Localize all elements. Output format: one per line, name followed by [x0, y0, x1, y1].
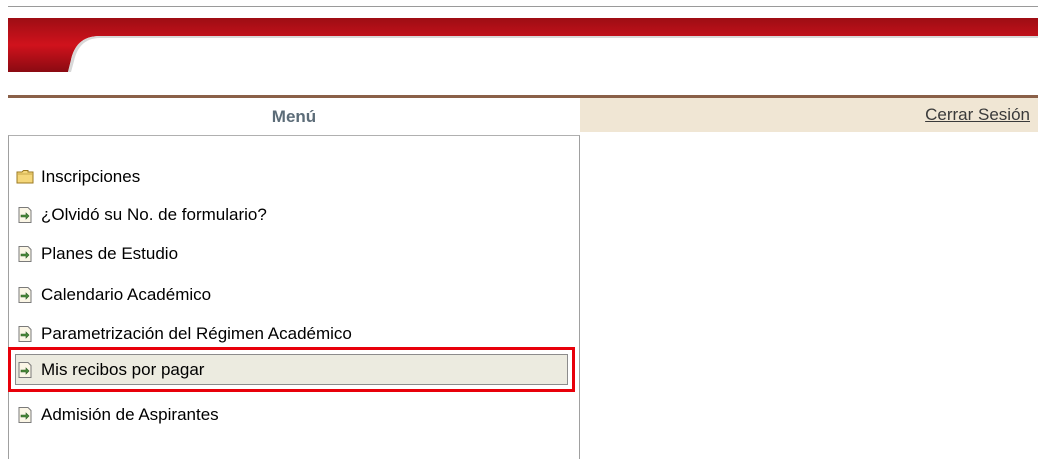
menu-item-planes-estudio[interactable]: Planes de Estudio — [16, 238, 568, 270]
menu-item-label: Mis recibos por pagar — [41, 359, 205, 379]
page-link-icon — [18, 361, 32, 378]
menu-item-label: Planes de Estudio — [41, 244, 179, 263]
menu-item-calendario-academico[interactable]: Calendario Académico — [16, 279, 568, 311]
header-banner — [8, 18, 1038, 72]
menu-item-label: Calendario Académico — [41, 285, 212, 304]
page-link-icon — [18, 407, 32, 423]
menu-item-parametrizacion-regimen[interactable]: Parametrización del Régimen Académico — [16, 318, 568, 350]
page-link-icon — [18, 326, 32, 342]
menu-title: Menú — [271, 106, 317, 126]
menu-item-admision-aspirantes[interactable]: Admisión de Aspirantes — [16, 399, 568, 431]
menu-header: Menú — [8, 95, 580, 135]
menu-item-mis-recibos[interactable]: Mis recibos por pagar — [8, 347, 575, 392]
top-divider — [8, 6, 1038, 7]
page-link-icon — [18, 287, 32, 303]
menu-item-label: Inscripciones — [41, 167, 141, 186]
logout-bar: Cerrar Sesión — [580, 95, 1038, 132]
page-link-icon — [18, 207, 32, 223]
menu-item-label: Parametrización del Régimen Académico — [41, 324, 352, 343]
menu-item-label: ¿Olvidó su No. de formulario? — [41, 205, 267, 224]
page-link-icon — [18, 246, 32, 262]
menu-item-olvido-formulario[interactable]: ¿Olvidó su No. de formulario? — [16, 199, 568, 231]
menu-item-inscripciones[interactable]: Inscripciones — [16, 161, 568, 193]
menu-item-label: Admisión de Aspirantes — [41, 405, 219, 424]
folder-icon — [16, 170, 34, 184]
logout-link[interactable]: Cerrar Sesión — [925, 105, 1030, 125]
